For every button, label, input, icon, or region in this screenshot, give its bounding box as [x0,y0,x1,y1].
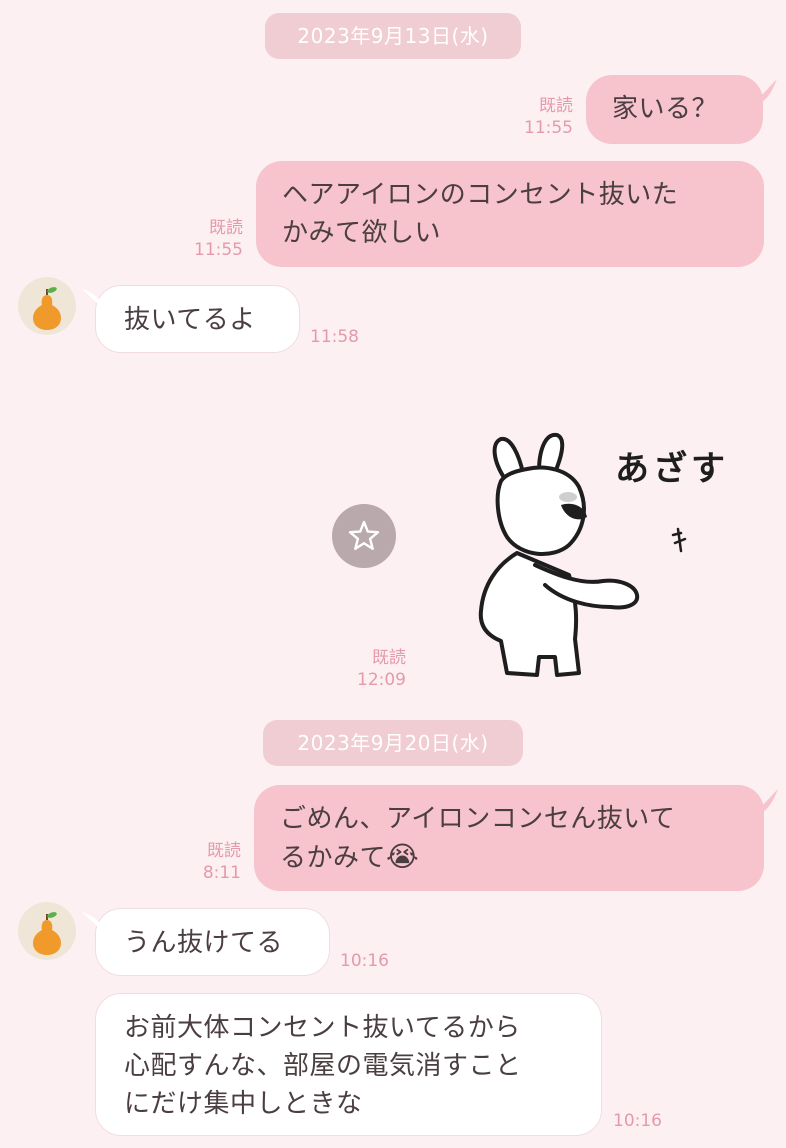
read-receipt: 既読 [539,96,573,116]
bubble-tail [82,912,104,932]
message-text: 抜いてるよ [124,305,256,335]
message-meta: 既読 12:09 [357,647,406,691]
timestamp: 12:09 [357,670,406,690]
message-text-line: 心配すんな、部屋の電気消すこと [124,1051,522,1081]
date-separator: 2023年9月20日(水) [263,720,523,766]
outgoing-message[interactable]: ごめん、アイロンコンセん抜いて るかみて😭 [254,785,778,891]
crying-face-emoji: 😭 [386,840,420,873]
avatar[interactable] [18,277,76,335]
bubble-tail [756,789,778,811]
bubble-tail [755,79,777,101]
date-separator: 2023年9月13日(水) [265,13,521,59]
sticker-caption: あざす [615,449,729,489]
message-meta: 既読 11:55 [524,95,573,139]
message-text-line: かみて欲しい [282,218,442,248]
timestamp: 11:58 [310,327,359,347]
message-meta: 既読 11:55 [194,217,243,261]
chat-view[interactable]: 2023年9月13日(水) 既読 11:55 家いる？ 既読 11:55 ヘアア… [0,0,786,1148]
pear-icon [33,912,61,955]
bubble-tail [82,289,104,309]
star-icon [348,520,380,550]
message-text-line: お前大体コンセント抜いてるから [124,1013,521,1043]
timestamp: 10:16 [613,1111,662,1131]
timestamp: 11:55 [194,240,243,260]
message-text-line: ごめん、アイロンコンセん抜いて [280,804,676,834]
timestamp: 11:55 [524,118,573,138]
avatar[interactable] [18,902,76,960]
timestamp: 8:11 [202,863,241,883]
message-text-line: るかみて😭 [280,838,738,877]
message-text: るかみて [280,843,387,873]
outgoing-message[interactable]: ヘアアイロンのコンセント抜いた かみて欲しい [256,161,764,267]
message-meta: 既読 8:11 [203,840,241,884]
incoming-message[interactable]: 抜いてるよ [82,285,300,353]
incoming-message[interactable]: お前大体コンセント抜いてるから 心配すんな、部屋の電気消すこと にだけ集中しとき… [95,993,602,1136]
message-text: うん抜けてる [124,928,284,958]
incoming-message[interactable]: うん抜けてる [82,908,330,976]
read-receipt: 既読 [372,648,406,668]
favorite-button[interactable] [332,504,396,568]
message-text-line: ヘアアイロンのコンセント抜いた [282,180,679,210]
message-text-line: にだけ集中しときな [124,1089,363,1119]
message-text: 家いる？ [612,94,719,124]
timestamp: 10:16 [340,951,389,971]
read-receipt: 既読 [207,841,241,861]
read-receipt: 既読 [209,218,243,238]
rabbit-sticker[interactable]: あざす [465,425,745,685]
pear-icon [33,287,61,330]
outgoing-message[interactable]: 家いる？ [586,75,777,144]
